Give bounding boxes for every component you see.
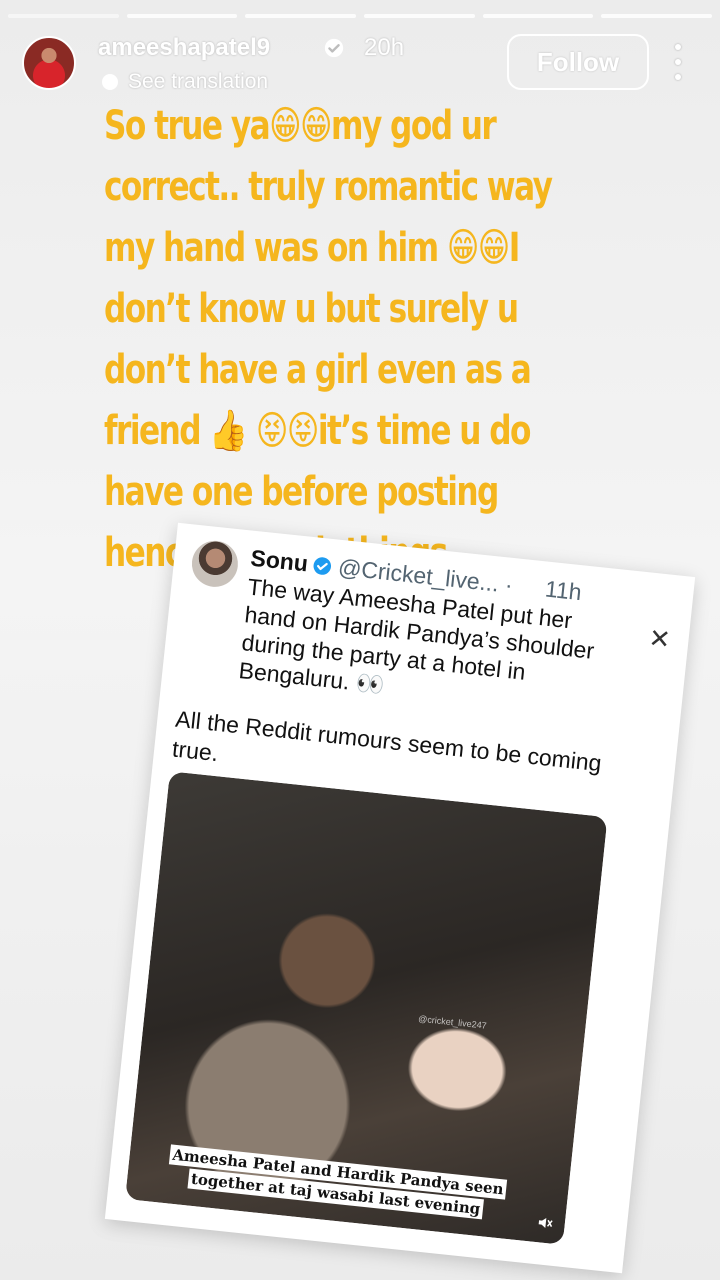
profile-avatar[interactable] — [22, 36, 76, 90]
story-progress-bar — [8, 14, 713, 18]
story-time-ago: 20h — [364, 34, 405, 61]
story-username[interactable]: ameeshapatel9 — [98, 34, 270, 62]
story-caption-text: So true ya😁😁my god ur correct.. truly ro… — [104, 103, 553, 576]
progress-segment — [126, 14, 238, 18]
see-translation-label: See translation — [128, 70, 269, 93]
more-vertical-icon[interactable] — [668, 44, 688, 80]
mute-icon — [536, 1214, 556, 1234]
progress-segment — [482, 14, 594, 18]
progress-segment — [364, 14, 475, 18]
tweet-avatar — [189, 538, 241, 590]
photo-watermark: @cricket_live247 — [417, 1013, 488, 1031]
verified-badge-icon — [324, 38, 344, 58]
verified-badge-icon — [313, 557, 332, 575]
progress-segment — [8, 14, 119, 18]
tweet-time: 11h — [543, 575, 583, 606]
photo-caption: Ameesha Patel and Hardik Pandya seen tog… — [135, 1140, 539, 1226]
photo-caption-text: Ameesha Patel and Hardik Pandya seen tog… — [168, 1144, 508, 1220]
close-icon: ✕ — [647, 622, 673, 655]
follow-button[interactable]: Follow — [507, 34, 649, 90]
see-translation-link[interactable]: See translation — [102, 70, 268, 94]
progress-segment — [245, 14, 357, 18]
translate-icon — [102, 74, 118, 90]
tweet-screenshot-card: Sonu @Cricket_live... · 11h ✕ The way Am… — [104, 522, 696, 1274]
progress-segment — [601, 14, 713, 18]
tweet-photo: @cricket_live247 Ameesha Patel and Hardi… — [125, 771, 608, 1245]
